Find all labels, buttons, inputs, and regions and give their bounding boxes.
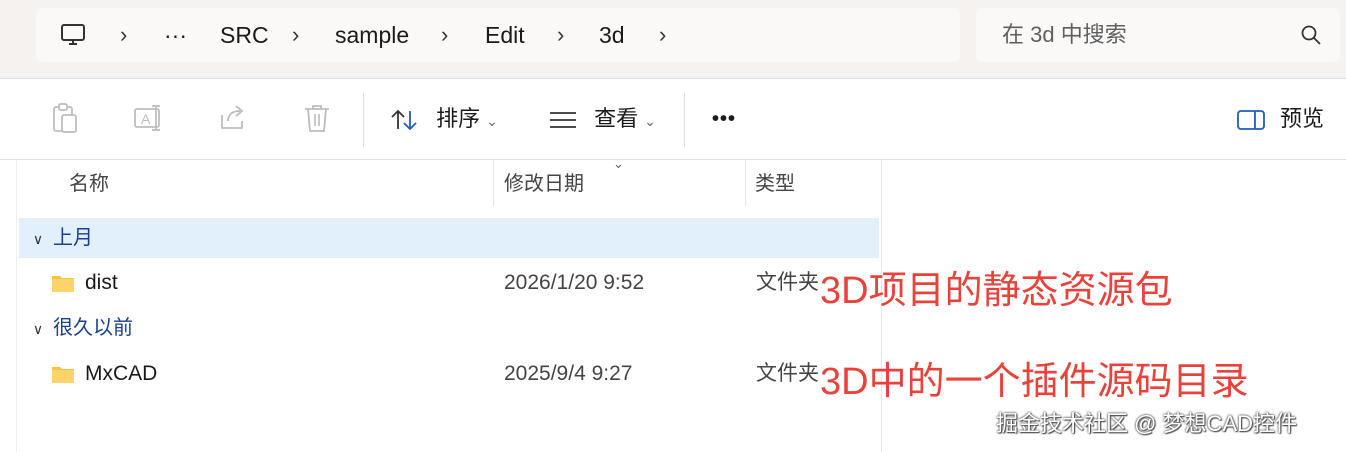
preview-label: 预览 (1279, 106, 1324, 131)
annotation-mxcad: 3D中的一个插件源码目录 (820, 361, 1249, 403)
breadcrumb-sample[interactable]: sample (335, 8, 409, 62)
folder-icon (52, 276, 74, 292)
search-input[interactable]: 在 3d 中搜索 (1002, 8, 1127, 62)
chevron-right-icon[interactable]: › (292, 8, 299, 62)
preview-pane-button[interactable]: 预览 (1236, 79, 1324, 159)
breadcrumb-edit[interactable]: Edit (485, 8, 525, 62)
breadcrumb-src[interactable]: SRC (220, 8, 269, 62)
column-header-name[interactable]: 名称 (69, 160, 109, 206)
divider (363, 93, 364, 147)
folder-icon (52, 367, 74, 383)
svg-text:A: A (141, 111, 151, 127)
column-header-type[interactable]: 类型 (755, 160, 795, 206)
sort-descending-icon: ⌄ (613, 156, 624, 171)
file-type: 文件夹 (756, 271, 819, 294)
chevron-down-icon: ⌄ (644, 113, 656, 129)
view-lines-icon (550, 112, 576, 129)
file-type: 文件夹 (756, 362, 819, 385)
preview-pane-icon (1236, 110, 1265, 131)
chevron-right-icon[interactable]: › (441, 8, 448, 62)
divider (684, 93, 685, 147)
more-options-button[interactable]: ••• (712, 79, 736, 159)
file-modified: 2026/1/20 9:52 (504, 271, 645, 294)
chevron-down-icon[interactable]: ∨ (23, 309, 53, 349)
sort-button[interactable]: 排序 ⌄ (390, 79, 498, 159)
column-divider[interactable] (493, 160, 494, 206)
address-bar[interactable]: › ··· SRC › sample › Edit › 3d › (36, 8, 960, 62)
breadcrumb-overflow[interactable]: ··· (164, 8, 187, 62)
chevron-right-icon[interactable]: › (557, 8, 564, 62)
group-header-long-ago[interactable]: ∨ 很久以前 (19, 308, 879, 348)
sort-label: 排序 (436, 106, 481, 131)
chevron-down-icon: ⌄ (486, 113, 498, 129)
list-item[interactable]: dist 2026/1/20 9:52 文件夹 (17, 261, 881, 305)
delete-icon[interactable] (300, 101, 334, 135)
file-modified: 2025/9/4 9:27 (504, 362, 633, 385)
watermark: 掘金技术社区 @ 梦想CAD控件 (996, 411, 1298, 436)
file-name: dist (85, 271, 118, 294)
view-label: 查看 (594, 106, 639, 131)
group-label: 上月 (53, 227, 93, 249)
share-icon[interactable] (216, 101, 250, 135)
search-icon[interactable] (1300, 24, 1322, 46)
column-header-modified[interactable]: 修改日期 (504, 160, 584, 206)
column-divider[interactable] (745, 160, 746, 206)
this-pc-icon[interactable] (60, 22, 86, 48)
sort-icon (391, 109, 417, 131)
chevron-right-icon[interactable]: › (120, 8, 127, 62)
command-bar: A 排序 ⌄ 查看 ⌄ ••• 预览 (0, 79, 1346, 160)
file-name: MxCAD (85, 362, 158, 385)
breadcrumb-3d[interactable]: 3d (599, 8, 625, 62)
title-bar: › ··· SRC › sample › Edit › 3d › 在 3d 中搜… (0, 0, 1346, 79)
annotation-dist: 3D项目的静态资源包 (820, 270, 1173, 312)
group-label: 很久以前 (53, 317, 133, 339)
paste-icon[interactable] (48, 101, 82, 135)
file-list: 名称 ⌄ 修改日期 类型 ∨ 上月 dist 2026/1/20 9:52 文件夹… (16, 156, 882, 452)
chevron-right-icon[interactable]: › (659, 8, 666, 62)
chevron-down-icon[interactable]: ∨ (23, 219, 53, 259)
view-button[interactable]: 查看 ⌄ (548, 79, 656, 159)
rename-icon[interactable]: A (132, 101, 166, 135)
group-header-last-month[interactable]: ∨ 上月 (19, 218, 879, 258)
list-item[interactable]: MxCAD 2025/9/4 9:27 文件夹 (17, 352, 881, 396)
search-box[interactable]: 在 3d 中搜索 (976, 8, 1340, 62)
